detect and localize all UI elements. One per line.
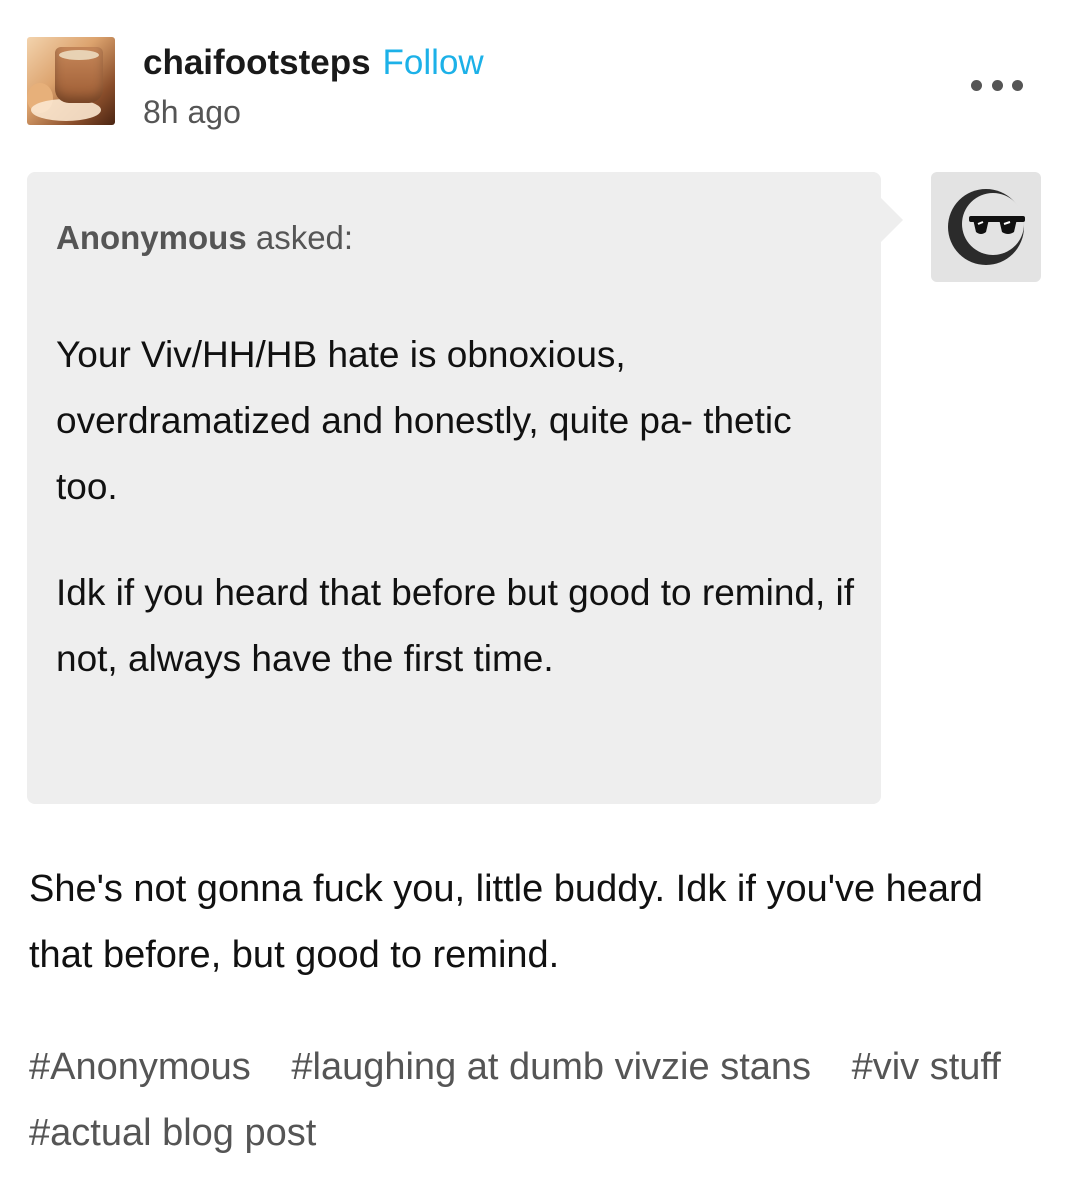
chai-cup-avatar[interactable] [27, 37, 115, 125]
follow-button[interactable]: Follow [383, 43, 484, 82]
tag-link[interactable]: #laughing at dumb vivzie stans [291, 1034, 811, 1100]
username-row: chaifootsteps Follow [143, 43, 484, 83]
anonymous-sunglasses-avatar [931, 172, 1041, 282]
ask-bubble: Anonymous asked: Your Viv/HH/HB hate is … [27, 172, 903, 804]
more-dot [1012, 79, 1023, 91]
username-link[interactable]: chaifootsteps [143, 43, 371, 82]
question-paragraph: Your Viv/HH/HB hate is obnoxious, overdr… [56, 334, 792, 507]
tag-link[interactable]: #Anonymous [29, 1034, 251, 1100]
more-dots-icon[interactable] [971, 79, 1023, 91]
avatar-cup-shape [55, 47, 103, 103]
question-paragraph: Idk if you heard that before but good to… [56, 572, 855, 679]
anonymous-face-icon [948, 189, 1025, 265]
more-dot [991, 79, 1003, 91]
asked-label: asked: [246, 219, 354, 256]
tag-link[interactable]: #viv stuff [852, 1034, 1001, 1100]
tag-link[interactable]: #actual blog post [29, 1100, 316, 1166]
asker-line: Anonymous asked: [56, 218, 353, 258]
answer-text: She's not gonna fuck you, little buddy. … [29, 868, 983, 976]
post-timestamp[interactable]: 8h ago [143, 92, 241, 132]
asker-name: Anonymous [56, 219, 247, 256]
post-header: chaifootsteps Follow 8h ago [27, 37, 1041, 130]
question-text: Your Viv/HH/HB hate is obnoxious, overdr… [56, 322, 856, 732]
tag-list: #Anonymous #laughing at dumb vivzie stan… [29, 1034, 1039, 1166]
more-dot [971, 79, 982, 91]
